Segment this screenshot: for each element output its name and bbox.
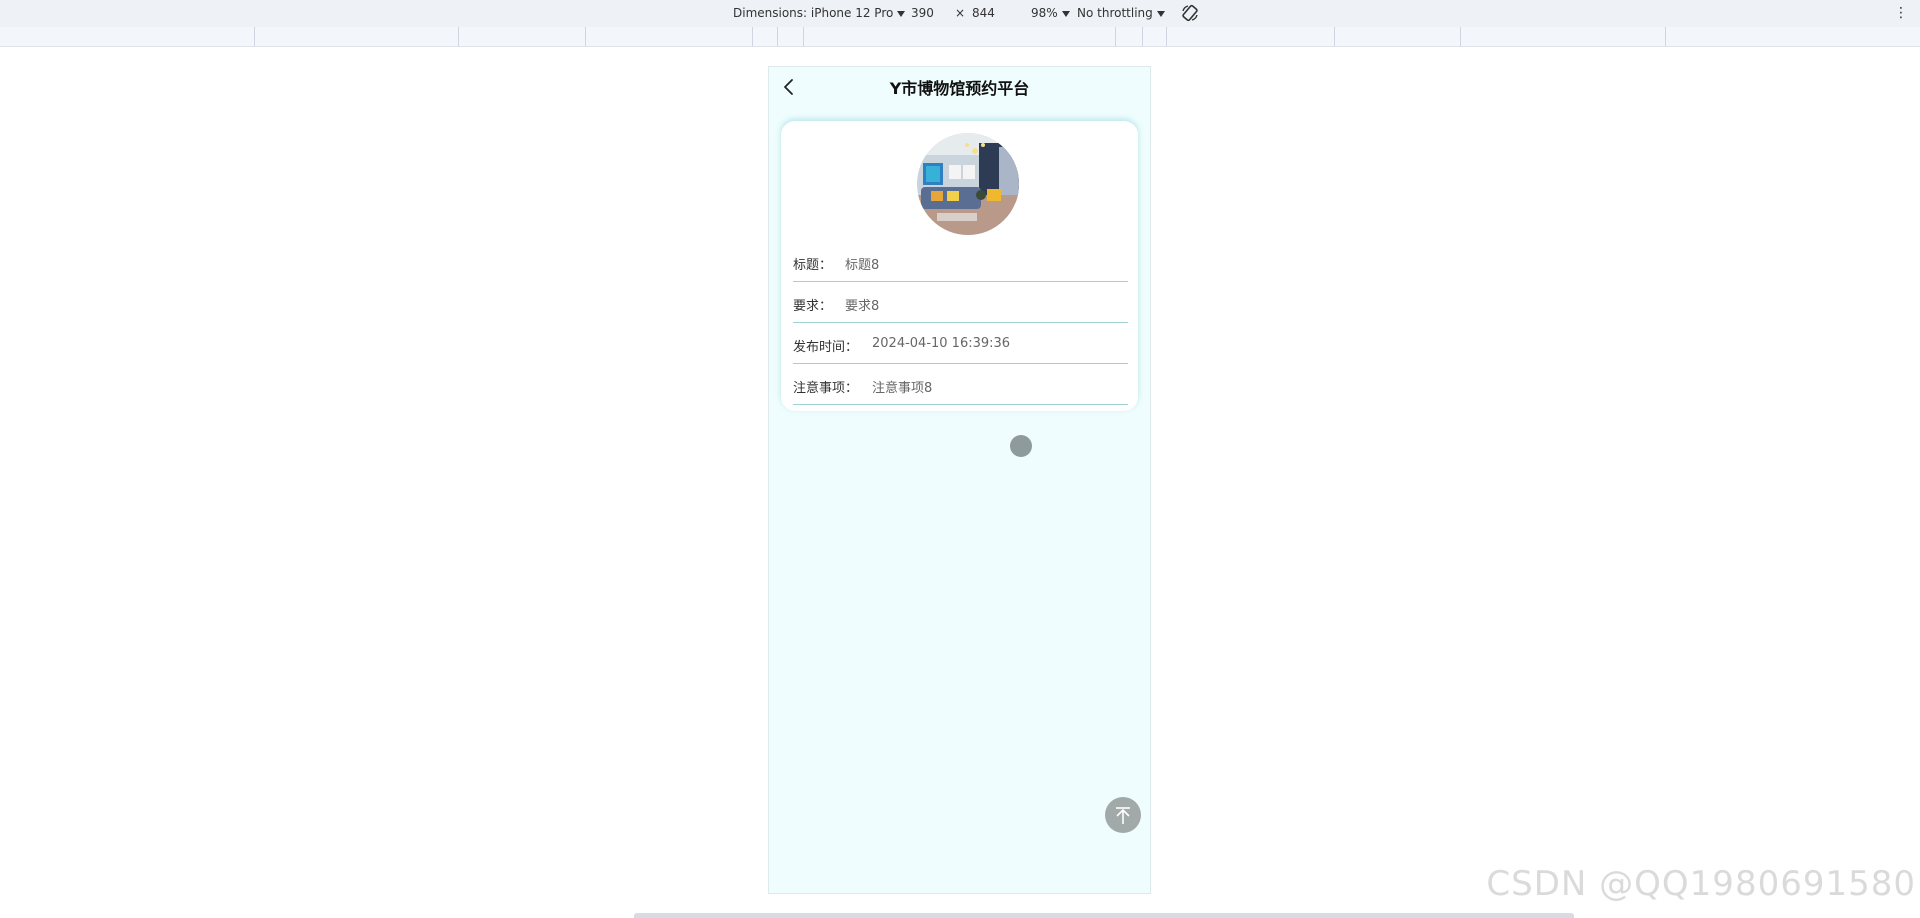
row-value: 注意事项8 <box>872 381 933 396</box>
nav-bar: Y市博物馆预约平台 <box>769 67 1150 107</box>
row-value: 要求8 <box>845 299 880 314</box>
device-select-label: Dimensions: iPhone 12 Pro <box>733 6 894 20</box>
detail-row-requirement: 要求： 要求8 <box>793 282 1128 323</box>
touch-cursor-indicator <box>1010 435 1032 457</box>
ruler-segment[interactable] <box>803 27 804 46</box>
phone-viewport: Y市博物馆预约平台 标题： 标题8 要求： 要求8 发布时间： 2024-04-… <box>768 66 1151 894</box>
ruler-segment[interactable] <box>1166 27 1167 46</box>
ruler-segment[interactable] <box>458 27 459 46</box>
row-value: 标题8 <box>845 258 880 273</box>
ruler-segment[interactable] <box>585 27 586 46</box>
dimension-separator: × <box>955 6 966 20</box>
arrow-up-to-top-icon <box>1116 807 1130 824</box>
detail-row-publish-time: 发布时间： 2024-04-10 16:39:36 <box>793 323 1128 364</box>
throttling-select[interactable]: No throttling <box>1077 6 1165 20</box>
detail-row-notes: 注意事项： 注意事项8 <box>793 364 1128 405</box>
row-label: 发布时间： <box>793 340 859 355</box>
ruler-segment[interactable] <box>1115 27 1116 46</box>
back-to-top-button[interactable] <box>1105 797 1141 833</box>
detail-card: 标题： 标题8 要求： 要求8 发布时间： 2024-04-10 16:39:3… <box>781 121 1138 411</box>
ruler-segment[interactable] <box>1334 27 1335 46</box>
height-input[interactable]: 844 <box>972 6 995 20</box>
bottom-scroll-strip <box>634 913 1574 918</box>
detail-row-title: 标题： 标题8 <box>793 241 1128 282</box>
zoom-label: 98% <box>1031 6 1058 20</box>
page-title: Y市博物馆预约平台 <box>889 79 1030 98</box>
row-label: 要求： <box>793 299 833 314</box>
ruler-segment[interactable] <box>254 27 255 46</box>
ruler-segment[interactable] <box>1665 27 1666 46</box>
caret-down-icon <box>1156 10 1165 17</box>
row-label: 注意事项： <box>793 381 859 396</box>
caret-down-icon <box>897 10 906 17</box>
row-label: 标题： <box>793 258 833 273</box>
zoom-select[interactable]: 98% <box>1031 6 1070 20</box>
cover-image <box>917 133 1019 235</box>
width-input[interactable]: 390 <box>911 6 934 20</box>
rotate-icon[interactable] <box>1180 3 1200 23</box>
row-value: 2024-04-10 16:39:36 <box>872 336 1011 351</box>
watermark: CSDN @QQ1980691580 <box>1486 864 1916 904</box>
ruler-segment[interactable] <box>777 27 778 46</box>
ruler-segment[interactable] <box>1142 27 1143 46</box>
caret-down-icon <box>1061 10 1070 17</box>
throttling-label: No throttling <box>1077 6 1153 20</box>
ruler-segment[interactable] <box>752 27 753 46</box>
media-query-ruler <box>0 27 1920 47</box>
devtools-device-toolbar: Dimensions: iPhone 12 Pro 390 × 844 98% … <box>0 0 1920 28</box>
kebab-menu-icon[interactable]: ⋮ <box>1894 5 1908 21</box>
ruler-segment[interactable] <box>1460 27 1461 46</box>
device-select[interactable]: Dimensions: iPhone 12 Pro <box>733 6 906 20</box>
